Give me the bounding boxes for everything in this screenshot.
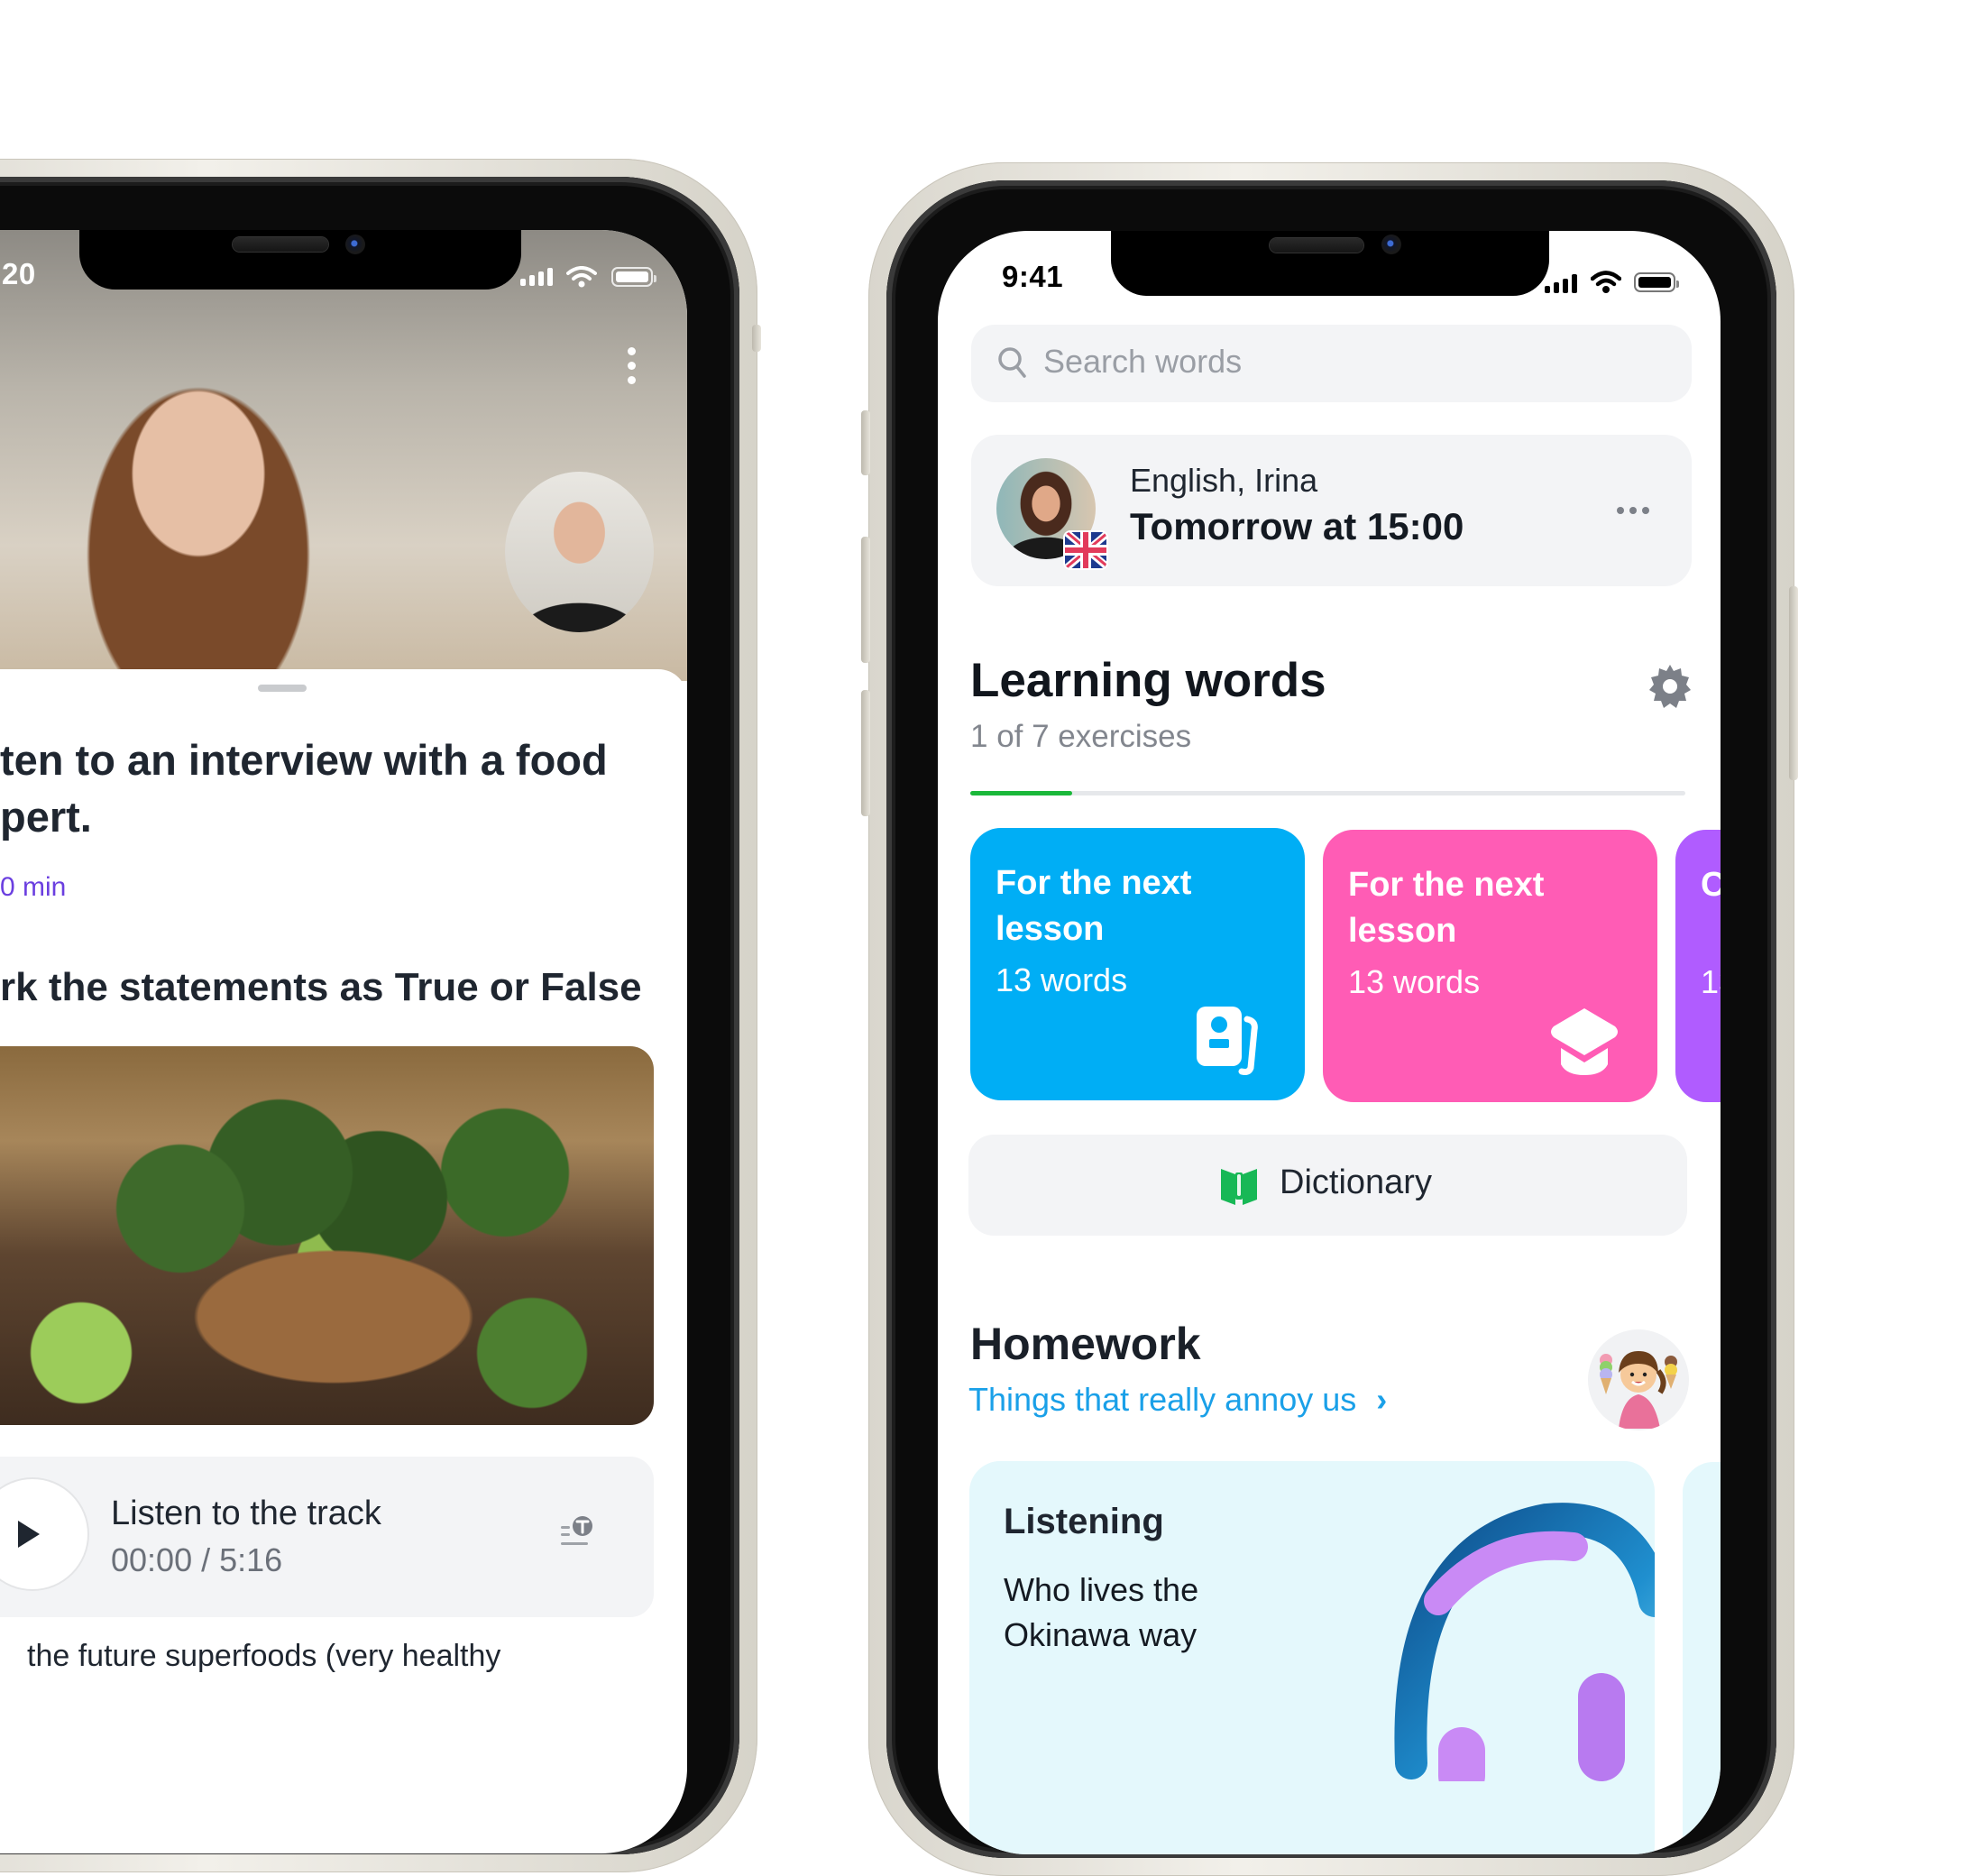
lesson-duration: 0 min <box>0 872 67 902</box>
left-phone-screen: 20 ten to an interview with a food pert.… <box>0 230 687 1853</box>
status-time: 9:41 <box>1002 260 1064 293</box>
word-set-card[interactable]: C w 13 <box>1675 830 1721 1102</box>
word-set-title: For the next lesson <box>1348 866 1545 950</box>
track-title: Listen to the track <box>111 1494 381 1532</box>
exercise-statement: the future superfoods (very healthy <box>27 1639 501 1673</box>
homework-card[interactable]: Listening Who lives the Okinawa way <box>969 1461 1655 1854</box>
lesson-sheet: ten to an interview with a food pert. 0 … <box>0 669 687 1752</box>
exercises-progress-fill <box>970 791 1073 795</box>
gear-icon[interactable] <box>1647 663 1693 710</box>
homework-card-title-line2: Okinawa way <box>1004 1616 1198 1653</box>
speaker-grille <box>233 237 328 252</box>
word-set-card[interactable]: For the next lesson 13 words <box>970 828 1305 1100</box>
play-icon <box>18 1521 40 1548</box>
play-button[interactable] <box>0 1479 87 1589</box>
word-set-count: 13 words <box>1348 963 1481 1000</box>
battery-icon <box>611 267 656 287</box>
signal-icon <box>520 268 553 286</box>
search-placeholder: Search words <box>1043 343 1243 380</box>
exercises-progress-text: 1 of 7 exercises <box>970 719 1192 754</box>
transcript-icon[interactable] <box>559 1515 604 1551</box>
kebab-vertical-icon[interactable] <box>628 347 636 384</box>
wifi-icon <box>566 266 597 288</box>
power-button <box>1789 586 1798 780</box>
battery-icon <box>1634 272 1679 292</box>
word-set-count: 13 words <box>996 961 1128 998</box>
sheet-drag-handle[interactable] <box>258 685 307 692</box>
learning-words-title: Learning words <box>970 654 1326 707</box>
lesson-title-line2: pert. <box>0 793 92 841</box>
homework-title: Homework <box>970 1319 1201 1369</box>
search-input[interactable]: Search words <box>971 325 1692 402</box>
homework-mascot-avatar <box>1588 1329 1689 1430</box>
speaker-grille <box>1270 238 1363 253</box>
signal-icon <box>1545 274 1577 293</box>
graduation-cap-icon <box>1548 1007 1620 1083</box>
homework-card-type: Listening <box>1004 1502 1164 1541</box>
homework-card-title-line1: Who lives the <box>1004 1571 1199 1608</box>
right-phone-screen: 9:41 Search words English, Irina Tomorro… <box>938 231 1721 1854</box>
front-camera <box>345 234 365 254</box>
silent-switch <box>861 410 870 475</box>
word-set-card[interactable]: For the next lesson 13 words <box>1323 830 1657 1102</box>
left-phone-side-button <box>752 325 761 352</box>
lesson-title-line1: ten to an interview with a food <box>0 736 608 784</box>
volume-down-button <box>861 690 870 816</box>
front-camera <box>1381 234 1401 254</box>
headphones-illustration <box>1384 1493 1655 1799</box>
upcoming-lesson-card[interactable]: English, Irina Tomorrow at 15:00 <box>971 435 1692 586</box>
track-time: 00:00 / 5:16 <box>111 1541 283 1578</box>
flashcards-icon <box>1193 1003 1269 1080</box>
uk-flag-icon <box>1063 530 1108 570</box>
volume-up-button <box>861 537 870 663</box>
homework-topic-label: Things that really annoy us <box>968 1381 1357 1418</box>
lesson-time: Tomorrow at 15:00 <box>1130 505 1464 547</box>
dictionary-label: Dictionary <box>1280 1163 1432 1201</box>
dictionary-button[interactable]: Dictionary <box>968 1135 1687 1236</box>
broccoli-image <box>0 1046 654 1425</box>
audio-track-player: Listen to the track 00:00 / 5:16 <box>0 1457 654 1617</box>
homework-topic-link[interactable]: Things that really annoy us › <box>968 1381 1387 1419</box>
task-instruction: rk the statements as True or False <box>0 965 642 1009</box>
more-horizontal-icon[interactable] <box>1617 507 1649 514</box>
left-phone-notch <box>79 230 521 290</box>
lesson-subject-teacher: English, Irina <box>1130 462 1318 499</box>
wifi-icon <box>1590 271 1622 294</box>
video-call-self-view[interactable] <box>505 472 654 632</box>
exercises-progress-bar <box>970 791 1685 795</box>
status-time: 20 <box>2 257 36 290</box>
word-set-title: C w <box>1701 866 1721 904</box>
search-icon <box>996 345 1029 385</box>
word-set-title: For the next lesson <box>996 864 1192 948</box>
right-phone-notch <box>1111 231 1549 296</box>
homework-card-next[interactable] <box>1683 1462 1721 1854</box>
chevron-right-icon: › <box>1376 1381 1388 1418</box>
word-set-count: 13 <box>1701 963 1721 1000</box>
book-icon <box>1219 1165 1259 1211</box>
